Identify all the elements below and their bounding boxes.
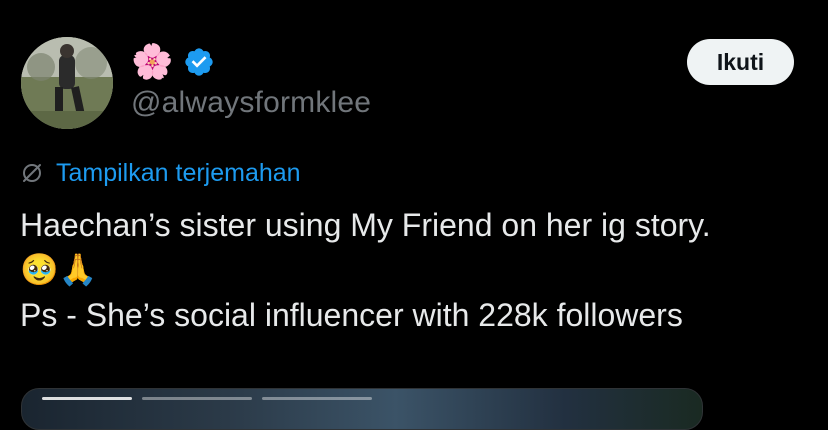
author-handle[interactable]: @alwaysformklee	[131, 84, 371, 122]
follow-button[interactable]: Ikuti	[687, 39, 794, 85]
avatar[interactable]	[21, 37, 113, 129]
translate-label[interactable]: Tampilkan terjemahan	[56, 156, 301, 190]
translate-icon	[23, 164, 41, 182]
tweet-emoji-line: 🥹🙏	[20, 252, 98, 288]
tweet-text: Haechan’s sister using My Friend on her …	[20, 203, 810, 338]
media-progress-segment	[262, 397, 372, 400]
media-progress-segment	[42, 397, 132, 400]
media-progress-segment	[142, 397, 252, 400]
author-name-row[interactable]: 🌸	[131, 42, 215, 82]
translate-link[interactable]: Tampilkan terjemahan	[20, 156, 301, 190]
verified-badge-icon	[185, 48, 214, 76]
tweet-text-line: Ps - She’s social influencer with 228k f…	[20, 297, 683, 333]
tweet-text-line: Haechan’s sister using My Friend on her …	[20, 207, 711, 243]
author-display-name[interactable]: 🌸	[131, 42, 173, 82]
tweet-media[interactable]	[21, 388, 703, 430]
